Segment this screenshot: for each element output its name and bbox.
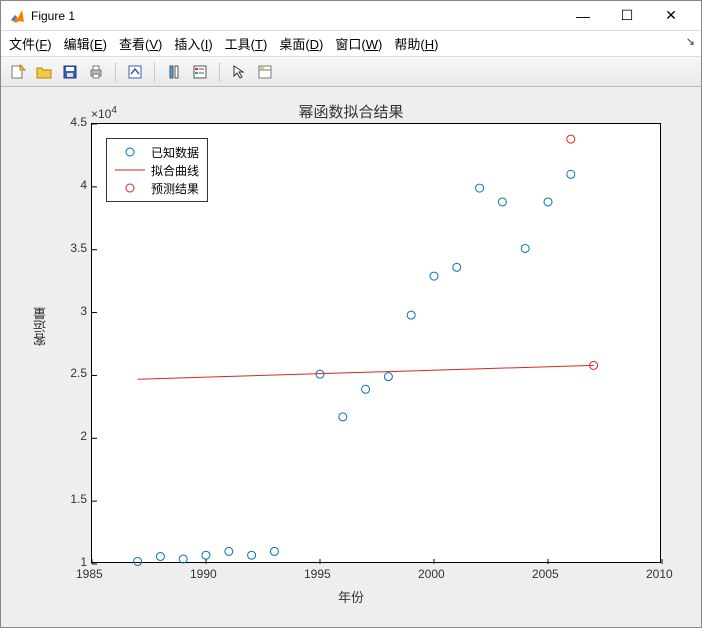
close-button[interactable]: ✕ [649,2,693,30]
open-file-button[interactable] [33,61,55,83]
x-tick: 1990 [190,567,217,581]
edit-plot-button[interactable] [228,61,250,83]
legend-item-fit: 拟合曲线 [115,161,199,179]
matlab-logo-icon [9,8,25,24]
axes[interactable]: 已知数据 拟合曲线 预测结果 [91,123,661,563]
menu-file[interactable]: 文件(F) [9,34,52,53]
legend[interactable]: 已知数据 拟合曲线 预测结果 [106,138,208,202]
save-button[interactable] [59,61,81,83]
y-exponent-label: ×104 [91,105,117,121]
x-tick: 2010 [646,567,673,581]
x-tick: 1995 [304,567,331,581]
figure-area[interactable]: 幂函数拟合结果 ×104 已知数据 拟合曲线 预测结果 [1,87,701,627]
close-icon: ✕ [665,7,677,24]
menu-insert[interactable]: 插入(I) [174,34,212,53]
new-figure-button[interactable] [7,61,29,83]
y-tick: 3.5 [47,241,87,255]
y-tick: 4 [47,178,87,192]
chart-title: 幂函数拟合结果 [298,101,403,122]
y-tick: 3 [47,304,87,318]
window-title: Figure 1 [31,9,75,23]
x-tick: 1985 [76,567,103,581]
minimize-button[interactable]: — [561,2,605,30]
legend-button[interactable] [189,61,211,83]
legend-label: 已知数据 [151,144,199,161]
maximize-button[interactable]: ☐ [605,2,649,30]
x-axis-label: 年份 [338,587,364,606]
titlebar: Figure 1 — ☐ ✕ [1,1,701,31]
legend-item-predict: 预测结果 [115,179,199,197]
toolbar [1,57,701,87]
menu-desktop[interactable]: 桌面(D) [279,34,323,53]
y-tick: 1.5 [47,492,87,506]
minimize-icon: — [576,8,590,24]
colorbar-button[interactable] [163,61,185,83]
maximize-icon: ☐ [621,7,634,24]
link-data-button[interactable] [124,61,146,83]
figure-window: Figure 1 — ☐ ✕ 文件(F) 编辑(E) 查看(V) 插入(I) 工… [0,0,702,628]
menu-window[interactable]: 窗口(W) [335,34,382,53]
y-tick: 1 [47,555,87,569]
print-button[interactable] [85,61,107,83]
menubar: 文件(F) 编辑(E) 查看(V) 插入(I) 工具(T) 桌面(D) 窗口(W… [1,31,701,57]
legend-label: 拟合曲线 [151,162,199,179]
menu-edit[interactable]: 编辑(E) [64,34,107,53]
menu-help[interactable]: 帮助(H) [394,34,438,53]
y-tick: 4.5 [47,115,87,129]
dock-arrow-icon[interactable]: ↘ [686,35,695,48]
legend-item-known: 已知数据 [115,143,199,161]
property-inspector-button[interactable] [254,61,276,83]
legend-label: 预测结果 [151,180,199,197]
x-tick: 2005 [532,567,559,581]
x-tick: 2000 [418,567,445,581]
y-tick: 2 [47,429,87,443]
y-tick: 2.5 [47,366,87,380]
menu-tools[interactable]: 工具(T) [225,34,268,53]
menu-view[interactable]: 查看(V) [119,34,162,53]
